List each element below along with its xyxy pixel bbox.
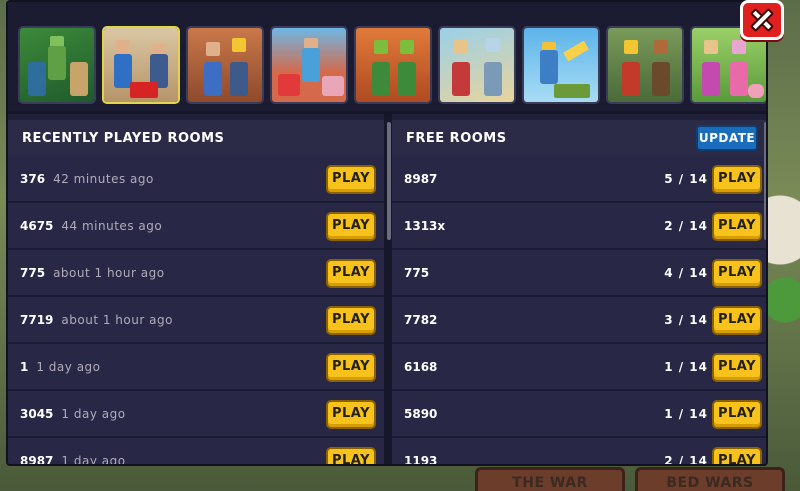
room-id: 4675: [20, 218, 54, 233]
mode-card-the-war[interactable]: THE WAR: [475, 467, 625, 491]
play-button[interactable]: PLAY: [712, 353, 762, 382]
recently-played-rooms: RECENTLY PLAYED ROOMS 376 42 minutes ago…: [8, 120, 384, 466]
play-button[interactable]: PLAY: [326, 212, 376, 241]
recent-scrollbar[interactable]: [387, 122, 391, 240]
room-last-played: about 1 hour ago: [61, 312, 173, 327]
room-id: 7719: [20, 312, 54, 327]
rooms-panel: RECENTLY PLAYED ROOMS 376 42 minutes ago…: [6, 0, 768, 466]
thumbnail-pillow-fight-room[interactable]: [102, 26, 180, 104]
play-button[interactable]: PLAY: [326, 165, 376, 194]
play-button[interactable]: PLAY: [326, 400, 376, 429]
play-button[interactable]: PLAY: [326, 306, 376, 335]
free-room-row: 5890 1 / 14 PLAY: [392, 391, 766, 438]
free-rooms-header: FREE ROOMS UPDATE: [392, 120, 766, 156]
free-rooms-scrollbar[interactable]: [764, 122, 766, 240]
room-id: 376: [20, 171, 46, 186]
free-room-row: 775 4 / 14 PLAY: [392, 250, 766, 297]
room-id: 8987: [404, 171, 438, 186]
update-button[interactable]: UPDATE: [696, 125, 758, 151]
room-id: 1313x: [404, 218, 446, 233]
room-id: 1: [20, 359, 29, 374]
thumbnail-knights-room[interactable]: [438, 26, 516, 104]
recent-room-row: 4675 44 minutes ago PLAY: [8, 203, 384, 250]
free-room-row: 8987 5 / 14 PLAY: [392, 156, 766, 203]
recently-played-header: RECENTLY PLAYED ROOMS: [8, 120, 384, 156]
free-room-row: 1193 2 / 14 PLAY: [392, 438, 766, 466]
recent-room-row: 1 1 day ago PLAY: [8, 344, 384, 391]
room-id: 3045: [20, 406, 54, 421]
room-last-played: about 1 hour ago: [53, 265, 165, 280]
room-last-played: 1 day ago: [61, 453, 126, 466]
play-button[interactable]: PLAY: [712, 212, 762, 241]
player-count: 2 / 14: [664, 454, 708, 466]
room-id: 5890: [404, 406, 438, 421]
player-count: 1 / 14: [664, 360, 708, 374]
play-button[interactable]: PLAY: [712, 259, 762, 288]
room-id: 6168: [404, 359, 438, 374]
recent-room-row: 8987 1 day ago PLAY: [8, 438, 384, 466]
room-last-played: 1 day ago: [36, 359, 101, 374]
player-count: 5 / 14: [664, 172, 708, 186]
play-button[interactable]: PLAY: [712, 447, 762, 464]
close-button[interactable]: [740, 0, 784, 40]
recent-room-row: 3045 1 day ago PLAY: [8, 391, 384, 438]
thumbnail-skyblock-room[interactable]: [522, 26, 600, 104]
thumbnail-blocks-room[interactable]: [270, 26, 348, 104]
free-room-row: 1313x 2 / 14 PLAY: [392, 203, 766, 250]
play-button[interactable]: PLAY: [326, 259, 376, 288]
room-last-played: 42 minutes ago: [53, 171, 154, 186]
player-count: 3 / 14: [664, 313, 708, 327]
free-room-row: 6168 1 / 14 PLAY: [392, 344, 766, 391]
game-thumbnails-strip: [8, 2, 766, 114]
player-count: 4 / 14: [664, 266, 708, 280]
thumbnail-twins-room[interactable]: [354, 26, 432, 104]
thumbnail-tavern-room[interactable]: [606, 26, 684, 104]
player-count: 2 / 14: [664, 219, 708, 233]
room-id: 1193: [404, 453, 438, 466]
recent-room-row: 775 about 1 hour ago PLAY: [8, 250, 384, 297]
play-button[interactable]: PLAY: [712, 165, 762, 194]
room-id: 8987: [20, 453, 54, 466]
free-room-row: 7782 3 / 14 PLAY: [392, 297, 766, 344]
room-last-played: 1 day ago: [61, 406, 126, 421]
play-button[interactable]: PLAY: [326, 447, 376, 464]
room-id: 7782: [404, 312, 438, 327]
room-id: 775: [20, 265, 46, 280]
room-id: 775: [404, 265, 430, 280]
play-button[interactable]: PLAY: [326, 353, 376, 382]
recent-room-row: 376 42 minutes ago PLAY: [8, 156, 384, 203]
play-button[interactable]: PLAY: [712, 400, 762, 429]
thumbnail-builder-room[interactable]: [186, 26, 264, 104]
free-rooms-title: FREE ROOMS: [406, 130, 507, 146]
player-count: 1 / 14: [664, 407, 708, 421]
free-rooms: FREE ROOMS UPDATE 8987 5 / 14 PLAY 1313x…: [392, 120, 766, 466]
play-button[interactable]: PLAY: [712, 306, 762, 335]
thumbnail-zombie-room[interactable]: [18, 26, 96, 104]
room-last-played: 44 minutes ago: [61, 218, 163, 233]
recent-room-row: 7719 about 1 hour ago PLAY: [8, 297, 384, 344]
mode-card-bed-wars[interactable]: BED WARS: [635, 467, 785, 491]
